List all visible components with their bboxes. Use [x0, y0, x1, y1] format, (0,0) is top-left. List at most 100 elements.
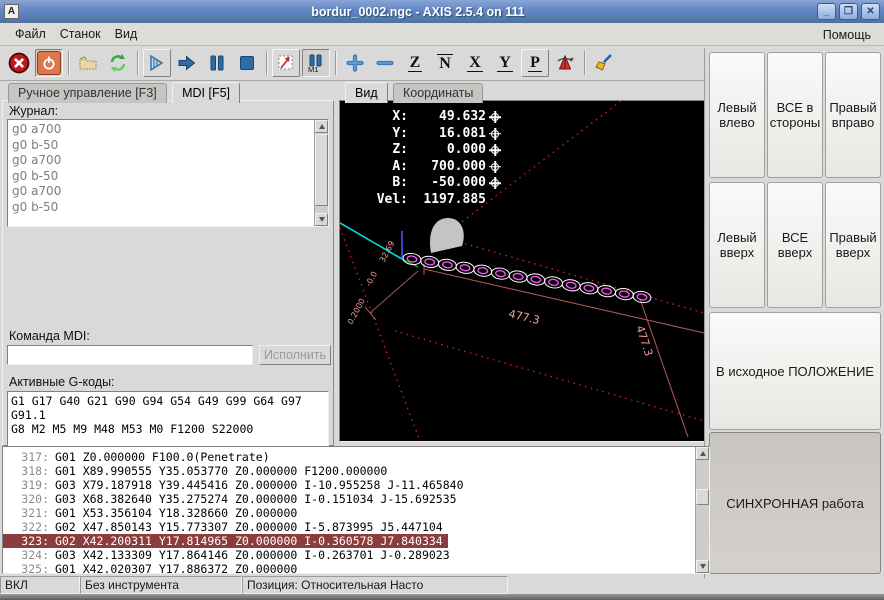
- origin-label: 0.2000: [346, 297, 367, 326]
- scrollbar-thumb[interactable]: [696, 489, 709, 505]
- log-line: g0 b-50: [12, 138, 312, 154]
- line-number: 322:: [3, 520, 49, 534]
- jog-left-up-button[interactable]: Левый вверх: [709, 182, 765, 308]
- statusbar: ВКЛ Без инструмента Позиция: Относительн…: [0, 576, 710, 594]
- gcode-line[interactable]: 322:G02 X47.850143 Y15.773307 Z0.000000 …: [3, 520, 448, 534]
- view-z-rotated-button[interactable]: N: [431, 49, 459, 77]
- jog-right-up-button[interactable]: Правый вверх: [825, 182, 881, 308]
- maximize-button[interactable]: ❐: [839, 3, 858, 20]
- scroll-up-icon[interactable]: [315, 120, 328, 133]
- gcode-line[interactable]: 319:G03 X79.187918 Y39.445416 Z0.000000 …: [3, 478, 469, 492]
- menu-item-help[interactable]: Помощь: [816, 25, 878, 45]
- view-perspective-button[interactable]: P: [521, 49, 549, 77]
- run-program-button[interactable]: [143, 49, 171, 77]
- preview-viewport[interactable]: 477.3 477.3 32.69 0.2000 -0.0 X: 49.632 …: [339, 100, 705, 442]
- line-number: 318:: [3, 464, 49, 478]
- axis-value: 49.632: [408, 109, 486, 126]
- run-from-line-button[interactable]: [173, 49, 201, 77]
- toolbar: M1 Z N X Y P: [0, 46, 706, 81]
- toolpath-chain: [402, 252, 651, 304]
- stop-icon: [238, 54, 256, 72]
- run-icon: [147, 53, 167, 73]
- minimize-button[interactable]: _: [817, 3, 836, 20]
- close-button[interactable]: ✕: [861, 3, 880, 20]
- open-file-button[interactable]: [74, 49, 102, 77]
- gcode-line[interactable]: 323:G02 X42.200311 Y17.814965 Z0.000000 …: [3, 534, 448, 548]
- tab[interactable]: Координаты: [393, 83, 483, 103]
- power-icon: [37, 51, 61, 75]
- jog-all-up-button[interactable]: ВСЕ вверх: [767, 182, 823, 308]
- gcode-line[interactable]: 318: G01 X89.990555 Y35.053770 Z0.000000 …: [3, 464, 392, 478]
- axis-value: 16.081: [408, 126, 486, 143]
- optional-stop-icon: M1: [306, 53, 326, 73]
- limit-line: [442, 237, 704, 313]
- readout-row: X: 49.632: [366, 109, 499, 126]
- mdi-history[interactable]: g0 a700g0 b-50g0 a700g0 b-50g0 a700g0 b-…: [7, 119, 329, 227]
- mdi-history-lines: g0 a700g0 b-50g0 a700g0 b-50g0 a700g0 b-…: [12, 122, 312, 215]
- menu-item[interactable]: Станок: [53, 24, 108, 44]
- crosshair-icon: [491, 113, 499, 121]
- window-title: bordur_0002.ngc - AXIS 2.5.4 on 111: [19, 5, 817, 19]
- menu-item[interactable]: Вид: [108, 24, 145, 44]
- paintbrush-icon: [594, 53, 614, 73]
- toolbar-separator: [584, 51, 585, 75]
- crosshair-icon: [491, 130, 499, 138]
- skip-lines-toggle[interactable]: [272, 49, 300, 77]
- arrow-right-icon: [177, 53, 197, 73]
- status-position: Позиция: Относительная Насто: [242, 576, 508, 594]
- sync-mode-button[interactable]: СИНХРОННАЯ работа: [709, 432, 881, 574]
- menu-item[interactable]: Файл: [8, 24, 53, 44]
- gcode-line[interactable]: 324:G03 X42.133309 Y17.864146 Z0.000000 …: [3, 548, 455, 562]
- position-readout: X: 49.632 Y: 16.081 Z: 0.000 A: 700.000: [366, 109, 499, 208]
- gcode-line[interactable]: 320:G03 X68.382640 Y35.275274 Z0.000000 …: [3, 492, 462, 506]
- rotate-view-button[interactable]: [551, 49, 579, 77]
- machine-power-button[interactable]: [35, 49, 63, 77]
- line-number: 321:: [3, 506, 49, 520]
- gcode-line[interactable]: 325:G01 X42.020307 Y17.886372 Z0.000000: [3, 562, 302, 574]
- preview-tabs: Вид Координаты: [345, 82, 485, 103]
- log-line: g0 a700: [12, 184, 312, 200]
- gcode-scrollbar[interactable]: [695, 447, 709, 573]
- svg-text:M1: M1: [308, 65, 318, 73]
- scrollbar-thumb[interactable]: [315, 134, 328, 206]
- limit-line: [395, 331, 704, 421]
- axis-label: B:: [366, 175, 408, 192]
- line-text: G03 X42.133309 Y17.864146 Z0.000000 I-0.…: [55, 548, 450, 562]
- execute-button[interactable]: Исполнить: [259, 345, 331, 365]
- tab[interactable]: Вид: [345, 82, 388, 103]
- tab[interactable]: MDI [F5]: [172, 82, 240, 103]
- view-y-button[interactable]: Y: [491, 49, 519, 77]
- mdi-command-input[interactable]: [7, 345, 253, 365]
- view-x-button[interactable]: X: [461, 49, 489, 77]
- gcode-line[interactable]: 317:G01 Z0.000000 F100.0(Penetrate): [3, 450, 275, 464]
- zoom-out-button[interactable]: [371, 49, 399, 77]
- optional-stop-toggle[interactable]: M1: [302, 49, 330, 77]
- estop-button[interactable]: [5, 49, 33, 77]
- gcode-listing[interactable]: 317:G01 Z0.000000 F100.0(Penetrate) 318:…: [2, 446, 710, 574]
- titlebar[interactable]: A bordur_0002.ngc - AXIS 2.5.4 on 111 _ …: [0, 0, 884, 23]
- line-text: G01 X89.990555 Y35.053770 Z0.000000 F120…: [55, 464, 387, 478]
- toolbar-separator: [68, 51, 69, 75]
- tab[interactable]: Ручное управление [F3]: [8, 83, 167, 103]
- reload-file-button[interactable]: [104, 49, 132, 77]
- axis-x-marker: [402, 259, 418, 267]
- skip-lines-icon: [276, 53, 296, 73]
- scroll-down-icon[interactable]: [696, 560, 709, 573]
- gcode-line[interactable]: 321:G01 X53.356104 Y18.328660 Z0.000000: [3, 506, 302, 520]
- clear-plot-button[interactable]: [590, 49, 618, 77]
- jog-left-left-button[interactable]: Левый влево: [709, 52, 765, 178]
- jog-right-right-button[interactable]: Правый вправо: [825, 52, 881, 178]
- readout-row: B: -50.000: [366, 175, 499, 192]
- scroll-down-icon[interactable]: [315, 213, 328, 226]
- home-position-button[interactable]: В исходное ПОЛОЖЕНИЕ: [709, 312, 881, 430]
- line-number: 323:: [3, 534, 49, 548]
- toolbar-separator: [266, 51, 267, 75]
- log-scrollbar[interactable]: [314, 120, 328, 226]
- zoom-in-button[interactable]: [341, 49, 369, 77]
- pause-button[interactable]: [203, 49, 231, 77]
- jog-all-aside-button[interactable]: ВСЕ в стороны: [767, 52, 823, 178]
- axis-label: Y:: [366, 126, 408, 143]
- view-z-button[interactable]: Z: [401, 49, 429, 77]
- scroll-up-icon[interactable]: [696, 447, 709, 460]
- stop-button[interactable]: [233, 49, 261, 77]
